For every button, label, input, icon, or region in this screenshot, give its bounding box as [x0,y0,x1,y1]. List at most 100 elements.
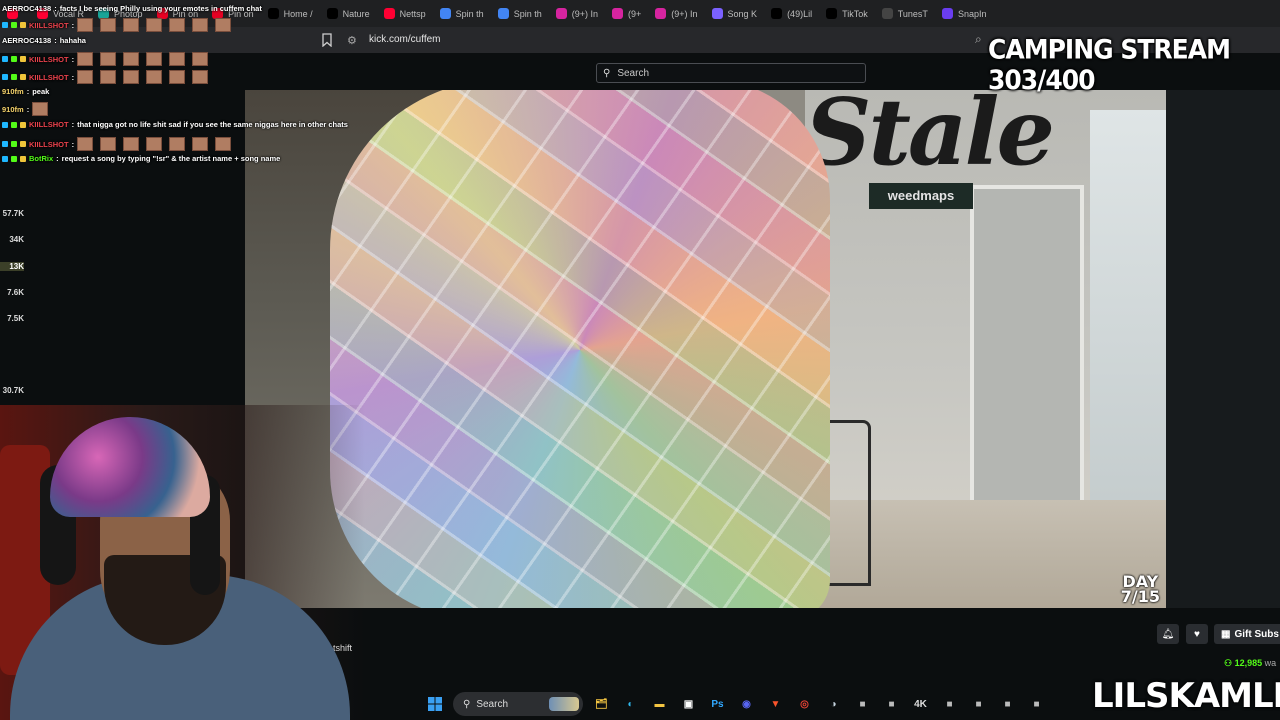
taskbar-app-button[interactable]: ▬ [645,689,674,719]
chat-username[interactable]: KIILLSHOT [29,73,69,82]
bookmark-item[interactable]: (49)Lil [764,0,819,27]
taskbar-app-button[interactable]: ◐ [616,689,645,719]
chat-emote-icon [215,137,232,151]
google-icon [439,8,451,19]
chat-badge-icon [20,155,26,162]
bookmark-item[interactable]: Home / [261,0,320,27]
chat-username[interactable]: KIILLSHOT [29,55,69,64]
taskbar-app-button[interactable]: ■ [993,689,1022,719]
bookmark-item[interactable]: Nettsp [377,0,433,27]
taskbar-app-button[interactable]: 4K [906,689,935,719]
bookmark-label: (49)Lil [787,8,813,19]
bookmark-label: (9+) In [571,8,598,19]
zoom-icon[interactable]: ⌕ [975,32,982,47]
bookmark-item[interactable]: Spin th [433,0,491,27]
brave-icon: ▼ [770,698,781,710]
bookmark-icon[interactable] [322,33,332,47]
taskbar-app-button[interactable]: ▼ [761,689,790,719]
bookmark-item[interactable]: (9+) In [549,0,605,27]
chrome-icon: ◎ [800,698,809,710]
chat-separator: : [71,54,75,64]
chat-username[interactable]: AERROC4138 [2,4,51,13]
notification-button[interactable]: 🔔︎ [1157,624,1179,644]
bookmark-item[interactable]: Song K [705,0,765,27]
chat-message: BotRix: request a song by typing "!sr" & … [2,154,280,163]
windows-icon [427,697,442,711]
bookmark-item[interactable]: Nature [320,0,377,27]
search-input[interactable] [615,66,850,80]
bookmark-item[interactable]: SnapIn [935,0,994,27]
chat-text: that nigga got no life shit sad if you s… [77,120,348,129]
taskbar-app-button[interactable]: ■ [935,689,964,719]
video-scene-window [1090,110,1166,530]
bookmark-label: Home / [283,8,313,19]
chat-badge-icon [2,22,8,28]
side-count: 7.6K [7,288,24,297]
chat-username[interactable]: KIILLSHOT [29,120,69,129]
viewers-icon: ⚇ [1224,658,1233,668]
chat-emote-icon [192,70,209,84]
viewer-suffix: wa [1264,658,1277,668]
follow-button[interactable]: ♥ [1186,624,1208,644]
chat-message: 910fm: [2,102,52,116]
video-player[interactable]: Stale weedmaps DAY 7/15 [245,90,1166,608]
search-icon: ⚲ [603,67,611,79]
taskbar-app-button[interactable]: ■ [964,689,993,719]
taskbar-app-button[interactable]: ◑ [819,689,848,719]
bookmark-item[interactable]: TikTok [819,0,875,27]
taskbar-app-button[interactable]: ▣ [674,689,703,719]
edge-icon: ◐ [627,698,634,710]
chat-badge-icon [2,141,8,147]
4k-icon: 4K [914,698,927,710]
chat-emote-icon [77,18,94,32]
chat-emote-icon [100,18,117,32]
store-icon: ▣ [683,698,694,710]
app-icon: ■ [946,698,953,710]
start-button[interactable] [420,689,449,719]
bookmark-item[interactable]: (9+ [605,0,648,27]
chat-separator: : [54,36,57,45]
chat-emote-icon [77,70,94,84]
taskbar-app-button[interactable]: 🗂︎ [587,689,616,719]
bookmark-label: SnapIn [957,8,987,19]
taskbar: ⚲ Search 🗂︎ ◐ ▬ ▣ Ps ◉ ▼ ◎ ◑ ■ ■ 4K ■ ■ ■ ■ [420,689,1051,719]
chat-username[interactable]: KIILLSHOT [29,140,69,149]
search-bar[interactable]: ⚲ [596,63,866,83]
taskbar-app-button[interactable]: ■ [1022,689,1051,719]
taskbar-app-button[interactable]: ◉ [732,689,761,719]
taskbar-app-button[interactable]: ◎ [790,689,819,719]
chat-badge-icon [11,56,17,62]
bookmark-label: Spin th [513,8,542,19]
site-info-icon[interactable]: ⚙ [347,34,357,47]
bookmark-item[interactable]: (9+) In [648,0,704,27]
chat-username[interactable]: 910fm [2,87,24,96]
gift-subs-button[interactable]: ▦ Gift Subs [1214,624,1280,644]
bookmark-item[interactable]: TunesT [875,0,935,27]
chat-username[interactable]: KIILLSHOT [29,21,69,30]
taskbar-app-button[interactable]: ■ [877,689,906,719]
bookmark-item[interactable]: Spin th [491,0,549,27]
chat-badge-icon [2,155,8,162]
chat-message: AERROC4138: hahaha [2,36,86,45]
neon-sign: Stale [805,90,1055,186]
chat-emote-icon [100,137,117,151]
bookmark-label: Song K [727,8,758,19]
chat-badge-icon [20,141,26,147]
taskbar-search-label: Search [476,698,509,710]
chat-badge-icon [20,56,26,62]
webcam-overlay [0,405,365,720]
url-field[interactable]: kick.com/cuffem [369,34,441,45]
chat-emote-icon [192,18,209,32]
chat-separator: : [71,139,75,149]
taskbar-app-button[interactable]: ■ [848,689,877,719]
taskbar-app-button[interactable]: Ps [703,689,732,719]
video-scene-door [970,185,1084,523]
chat-username[interactable]: AERROC4138 [2,36,51,45]
video-side-panel [1166,90,1280,608]
taskbar-search[interactable]: ⚲ Search [453,692,583,716]
chat-emote-icon [123,137,140,151]
side-count: 13K [0,262,24,271]
chat-username[interactable]: 910fm [2,105,24,114]
chat-emote-icon [77,137,94,151]
chat-username[interactable]: BotRix [29,154,53,163]
